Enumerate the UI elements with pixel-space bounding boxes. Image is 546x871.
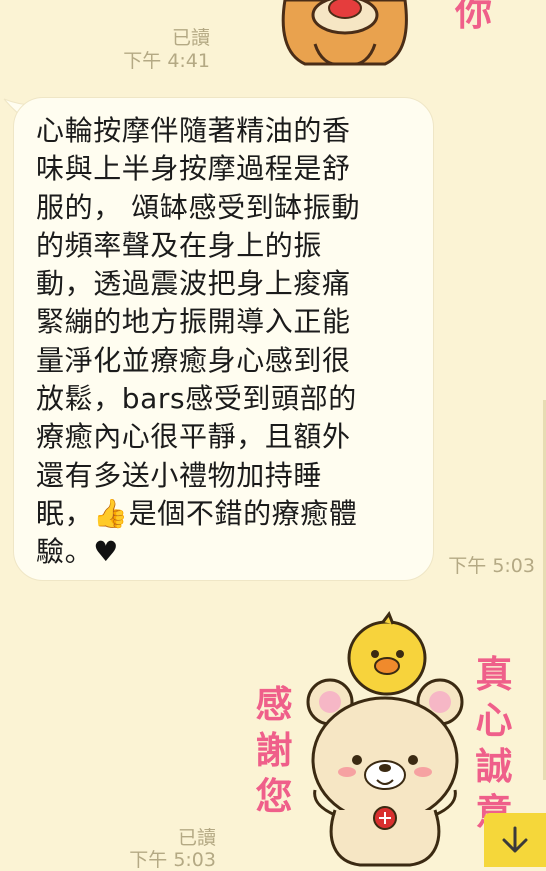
message-line-last: 驗。 <box>36 535 94 569</box>
message-text[interactable]: 心輪按摩伴隨著精油的香 味與上半身按摩過程是舒 服的， 頌缽感受到缽振動 的頻率… <box>36 112 416 572</box>
message-line: 還有多送小禮物加持睡 <box>36 458 323 492</box>
arrow-down-icon <box>502 826 528 853</box>
message-line: 緊繃的地方振開導入正能 <box>36 305 351 339</box>
timestamp-bottom: 下午 5:03 <box>129 849 216 871</box>
heart-icon: ♥ <box>93 535 119 569</box>
bear-and-chick-sticker <box>306 610 464 867</box>
sticker-message[interactable]: 感 謝 您 真 心 誠 意 <box>250 610 520 867</box>
message-line: 量淨化並療癒身心感到很 <box>36 343 351 377</box>
message-line: 放鬆，bars感受到頭部的 <box>36 382 357 416</box>
sticker-right-text: 真 心 誠 意 <box>475 653 513 834</box>
scroll-to-bottom-button[interactable] <box>484 813 546 867</box>
message-line: 味與上半身按摩過程是舒 <box>36 152 351 186</box>
message-line-end: 是個不錯的療癒體 <box>128 496 358 530</box>
sticker-left-text: 感 謝 您 <box>255 683 293 818</box>
thumbs-up-icon: 👍 <box>93 496 129 530</box>
message-line: 的頻率聲及在身上的振 <box>36 228 323 262</box>
message-line-start: 眠， <box>36 496 94 530</box>
message-line: 動，透過震波把身上痠痛 <box>36 267 351 301</box>
message-line: 驗。♥ <box>36 533 416 571</box>
read-receipt-bottom: 已讀 <box>177 827 216 849</box>
timestamp-top: 下午 4:41 <box>123 50 210 72</box>
message-line: 服的， 頌缽感受到缽振動 <box>36 190 361 224</box>
message-line: 療癒內心很平靜，且額外 <box>36 420 351 454</box>
message-line: 心輪按摩伴隨著精油的香 <box>36 114 351 147</box>
sticker-top-text-fragment: 你 <box>455 0 492 34</box>
timestamp-main: 下午 5:03 <box>448 555 535 577</box>
read-receipt-top: 已讀 <box>171 27 210 49</box>
message-line: 眠，👍是個不錯的療癒體 <box>36 495 416 533</box>
bear-sticker-top <box>281 0 408 66</box>
